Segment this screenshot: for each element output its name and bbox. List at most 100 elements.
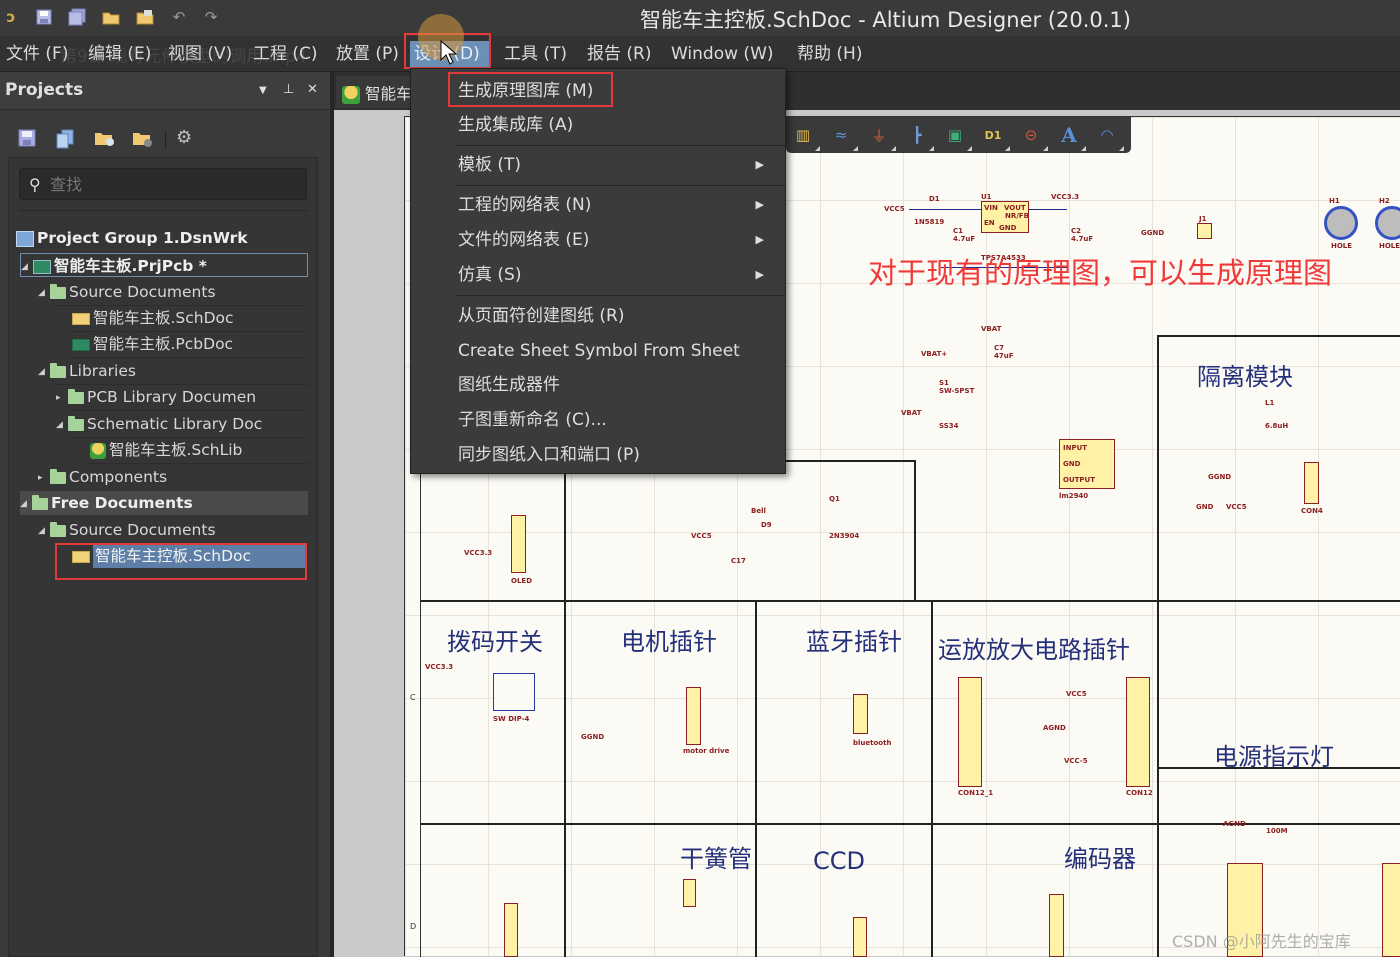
expand-arrow-icon[interactable]: ◢: [38, 519, 50, 543]
designator-u1: U1: [981, 193, 992, 201]
connector-j13[interactable]: [683, 879, 696, 907]
tree-item-source-documents[interactable]: ◢ Source Documents: [38, 280, 216, 304]
tree-item-components[interactable]: ▸ Components: [38, 465, 167, 489]
expand-arrow-icon[interactable]: ◢: [20, 492, 32, 516]
tree-item-pcb-library[interactable]: ▸ PCB Library Documen: [56, 385, 256, 409]
undo-icon[interactable]: ↶: [168, 6, 190, 28]
row-divider: [88, 463, 308, 464]
menu-item-document-netlist[interactable]: 文件的网络表 (E) ▶: [458, 226, 778, 254]
save-all-icon[interactable]: [66, 6, 88, 28]
part-oled: OLED: [511, 577, 533, 585]
section-title-bluetooth-header: 蓝牙插针: [806, 628, 902, 656]
menu-item-sheet-to-component[interactable]: 图纸生成器件: [458, 371, 560, 399]
menu-item-project-netlist[interactable]: 工程的网络表 (N) ▶: [458, 191, 778, 219]
net-label-agnd-2: AGND: [1223, 820, 1246, 828]
connector-j5-oled[interactable]: [511, 515, 526, 573]
menu-item-create-sheet-symbol-from-sheet[interactable]: Create Sheet Symbol From Sheet: [458, 337, 740, 365]
redo-icon[interactable]: ↷: [200, 6, 222, 28]
menu-help[interactable]: 帮助 (H): [793, 41, 866, 69]
tree-item-pcbdoc[interactable]: 智能车主板.PcbDoc: [72, 332, 233, 356]
connector-j11[interactable]: [1382, 863, 1400, 957]
menu-item-make-schematic-library[interactable]: 生成原理图库 (M): [458, 77, 593, 105]
connector-j14[interactable]: [1049, 894, 1064, 957]
folder-settings-icon[interactable]: [132, 129, 152, 149]
collapse-arrow-icon[interactable]: ▸: [38, 466, 50, 490]
menu-item-make-integrated-library[interactable]: 生成集成库 (A): [458, 111, 573, 139]
regulator-u1[interactable]: VIN VOUT NR/FB EN GND: [981, 201, 1029, 233]
tree-item-main-control-schdoc[interactable]: 智能车主控板.SchDoc: [72, 544, 307, 568]
frame-line: [421, 600, 1400, 602]
menu-reports[interactable]: 报告 (R): [583, 41, 655, 69]
part-j4: CON4: [1301, 507, 1323, 515]
frame-line: [421, 823, 1400, 825]
designator-h1: H1: [1329, 197, 1340, 205]
tree-item-libraries[interactable]: ◢ Libraries: [38, 359, 136, 383]
copy-icon[interactable]: [56, 129, 76, 149]
dropdown-icon[interactable]: ▼: [259, 85, 267, 96]
arc-icon[interactable]: ◠: [1096, 125, 1124, 151]
expand-arrow-icon[interactable]: ◢: [38, 360, 50, 384]
save-icon[interactable]: [18, 129, 38, 149]
net-label-icon[interactable]: D1: [982, 125, 1010, 151]
connector-j6[interactable]: [958, 677, 982, 787]
tree-item-project[interactable]: ◢ 智能车主板.PrjPcb *: [20, 253, 308, 277]
connector-j8-motor[interactable]: [686, 687, 701, 745]
menu-item-create-sheet-from-symbol[interactable]: 从页面符创建图纸 (R): [458, 302, 624, 330]
menu-item-sync-sheet-entries-ports[interactable]: 同步图纸入口和端口 (P): [458, 441, 640, 469]
tree-item-schematic-library[interactable]: ◢ Schematic Library Doc: [56, 412, 262, 436]
folder-search-icon[interactable]: [94, 129, 114, 149]
folder-icon: [50, 521, 66, 537]
regulator-lm2940[interactable]: INPUT GND OUTPUT: [1059, 439, 1115, 489]
expand-arrow-icon[interactable]: ◢: [56, 413, 68, 437]
net-label-vbat: VBAT: [981, 325, 1002, 333]
ground-icon[interactable]: ⏚: [868, 125, 896, 151]
pin-icon[interactable]: ⊥: [283, 82, 294, 97]
tree-item-schdoc[interactable]: 智能车主板.SchDoc: [72, 306, 234, 330]
app-logo-icon[interactable]: ↄ: [0, 6, 22, 28]
title-bar: ↄ ↶ ↷ 智能车主控板.SchDoc - Altium Designer (2…: [0, 0, 1400, 36]
menu-tools[interactable]: 工具 (T): [500, 41, 571, 69]
connector-j1[interactable]: [1197, 223, 1212, 239]
close-icon[interactable]: ✕: [307, 82, 318, 97]
gear-icon[interactable]: ⚙: [176, 127, 196, 148]
component-icon[interactable]: ▥: [792, 125, 820, 151]
connector-j9-bluetooth[interactable]: [853, 694, 868, 734]
search-box[interactable]: ⚲: [19, 168, 307, 200]
expand-arrow-icon[interactable]: ◢: [21, 255, 33, 279]
collapse-arrow-icon[interactable]: ▸: [56, 386, 68, 410]
open-icon[interactable]: [100, 6, 122, 28]
document-tab[interactable]: 智能车: [336, 76, 418, 108]
bus-entry-icon[interactable]: ┣: [906, 125, 934, 151]
zone-label: D: [410, 922, 417, 931]
menu-place[interactable]: 放置 (P): [332, 41, 403, 69]
menu-item-rename-child-sheet[interactable]: 子图重新命名 (C)...: [458, 406, 607, 434]
expand-arrow-icon[interactable]: ◢: [38, 281, 50, 305]
no-erc-icon[interactable]: ⊝: [1020, 125, 1048, 151]
save-icon[interactable]: [33, 6, 55, 28]
connector-j7[interactable]: [1126, 677, 1150, 787]
schematic-doc-tab-icon: [342, 85, 360, 104]
wire-icon[interactable]: ≈: [830, 125, 858, 151]
connector-j4[interactable]: [1304, 462, 1319, 504]
connector-j15[interactable]: [504, 903, 518, 957]
dip-switch-s2[interactable]: [493, 673, 535, 711]
tree-item-project-group[interactable]: Project Group 1.DsnWrk: [16, 226, 248, 250]
menu-window[interactable]: Window (W): [667, 41, 778, 69]
text-icon[interactable]: A: [1058, 123, 1086, 151]
submenu-arrow-icon: ▶: [755, 268, 764, 281]
section-title-opamp-header: 运放放大电路插针: [938, 636, 1130, 664]
value-c2: 4.7uF: [1071, 235, 1094, 243]
menu-item-templates[interactable]: 模板 (T) ▶: [458, 151, 778, 179]
connector-j16[interactable]: [853, 917, 867, 957]
toolbar-divider: [165, 131, 166, 149]
tree-item-schlib[interactable]: 智能车主板.SchLib: [90, 438, 242, 462]
open-project-icon[interactable]: [134, 6, 156, 28]
pcb-project-icon: [33, 259, 51, 274]
projects-panel: Projects ▼ ⊥ ✕ ⚙ ⚲ Project Group 1.DsnWr…: [0, 72, 330, 957]
tree-item-free-documents[interactable]: ◢ Free Documents: [20, 491, 308, 515]
part-d1: 1N5819: [914, 218, 945, 226]
tree-item-free-source-documents[interactable]: ◢ Source Documents: [38, 518, 216, 542]
sheet-symbol-icon[interactable]: ▣: [944, 125, 972, 151]
menu-item-simulate[interactable]: 仿真 (S) ▶: [458, 261, 778, 289]
search-input[interactable]: [50, 172, 300, 196]
